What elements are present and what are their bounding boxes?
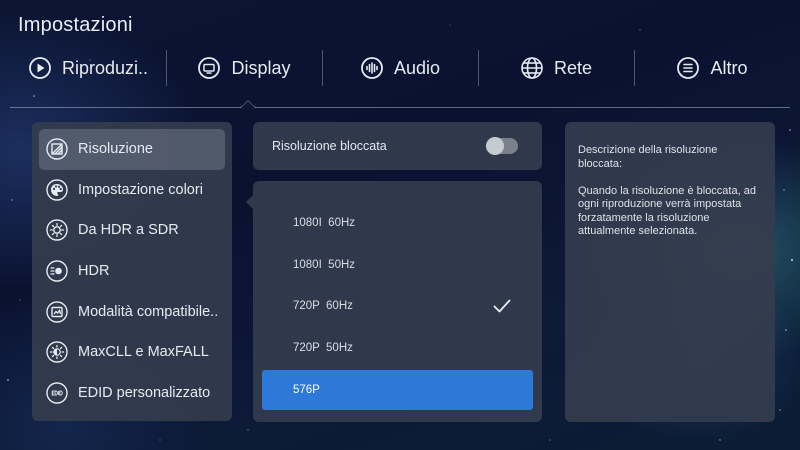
sidebar-item-edid-personalizzato[interactable]: EDID personalizzato	[39, 373, 225, 414]
resolution-option-1080i-60hz[interactable]: 1080I 60Hz	[262, 203, 533, 243]
palette-icon	[46, 179, 68, 201]
tab-rete[interactable]: Rete	[478, 48, 634, 88]
sidebar-item-hdr[interactable]: HDR	[39, 251, 225, 292]
sidebar-item-label: EDID personalizzato	[78, 384, 211, 401]
tab-label: Display	[231, 57, 291, 78]
globe-icon	[520, 56, 544, 80]
resolution-option-label: 1080I 50Hz	[293, 259, 356, 271]
toggle-knob	[486, 137, 504, 155]
sidebar-item-label: Modalità compatibile..	[78, 303, 219, 320]
sidebar-item-risoluzione[interactable]: Risoluzione	[39, 129, 225, 170]
top-tab-bar: Riproduzi.. Display Audio Rete Altro	[10, 48, 790, 88]
description-body: Quando la risoluzione è bloccata, ad ogn…	[578, 184, 756, 238]
page-title: Impostazioni	[18, 14, 133, 36]
sidebar-item-label: Risoluzione	[78, 141, 153, 158]
resolution-option-label: 720P 50Hz	[293, 342, 353, 354]
sidebar-item-hdr-to-sdr[interactable]: Da HDR a SDR	[39, 210, 225, 251]
resolution-list: 1080I 60Hz 1080I 50Hz 720P 60Hz 720P 50H…	[253, 181, 542, 422]
edid-icon	[46, 382, 68, 404]
compat-mode-icon	[46, 300, 68, 323]
sidebar-item-label: Impostazione colori	[78, 181, 203, 198]
sidebar-item-impostazione-colori[interactable]: Impostazione colori	[39, 170, 225, 211]
display-settings-sidebar: Risoluzione Impostazione colori Da HDR a…	[32, 122, 232, 421]
tab-label: Audio	[393, 57, 441, 78]
tab-label: Altro	[710, 57, 748, 78]
tab-riproduzione[interactable]: Riproduzi..	[10, 48, 166, 88]
tab-audio[interactable]: Audio	[322, 48, 478, 88]
sidebar-item-label: HDR	[78, 263, 110, 280]
play-icon	[28, 56, 52, 80]
resolution-option-label: 720P 60Hz	[293, 300, 353, 312]
resolution-option-1080i-50hz[interactable]: 1080I 50Hz	[262, 245, 533, 285]
sidebar-item-label: Da HDR a SDR	[78, 222, 179, 239]
checkmark-icon	[493, 299, 511, 313]
active-tab-indicator	[240, 100, 256, 108]
sidebar-item-label: MaxCLL e MaxFALL	[78, 344, 209, 361]
description-title: Descrizione della risoluzione bloccata:	[578, 144, 718, 170]
resolution-option-label: 1080I 60Hz	[293, 217, 356, 229]
tab-label: Riproduzi..	[61, 57, 149, 78]
sidebar-item-maxcll-maxfall[interactable]: MaxCLL e MaxFALL	[39, 332, 225, 373]
resolution-lock-label: Risoluzione bloccata	[272, 139, 387, 153]
sidebar-item-modalita-compatibile[interactable]: Modalità compatibile..	[39, 291, 225, 332]
description-panel: Descrizione della risoluzione bloccata: …	[565, 122, 775, 422]
brightness-icon	[46, 341, 68, 363]
tab-altro[interactable]: Altro	[634, 48, 790, 88]
tab-label: Rete	[553, 57, 593, 78]
hdr-icon	[46, 260, 68, 282]
resolution-option-label: 576P	[293, 384, 320, 396]
resolution-option-720p-50hz[interactable]: 720P 50Hz	[262, 328, 533, 368]
resolution-option-720p-60hz[interactable]: 720P 60Hz	[262, 286, 533, 326]
audio-icon	[360, 56, 384, 80]
list-pointer	[246, 195, 253, 209]
resolution-option-576p[interactable]: 576P	[262, 370, 533, 410]
resolution-icon	[46, 138, 68, 160]
display-icon	[197, 56, 221, 80]
resolution-lock-row[interactable]: Risoluzione bloccata	[253, 122, 542, 170]
hdr-to-sdr-icon	[46, 219, 68, 242]
resolution-lock-toggle[interactable]	[486, 137, 518, 155]
tab-divider-line	[10, 107, 790, 108]
tab-display[interactable]: Display	[166, 48, 322, 88]
menu-icon	[676, 56, 700, 80]
